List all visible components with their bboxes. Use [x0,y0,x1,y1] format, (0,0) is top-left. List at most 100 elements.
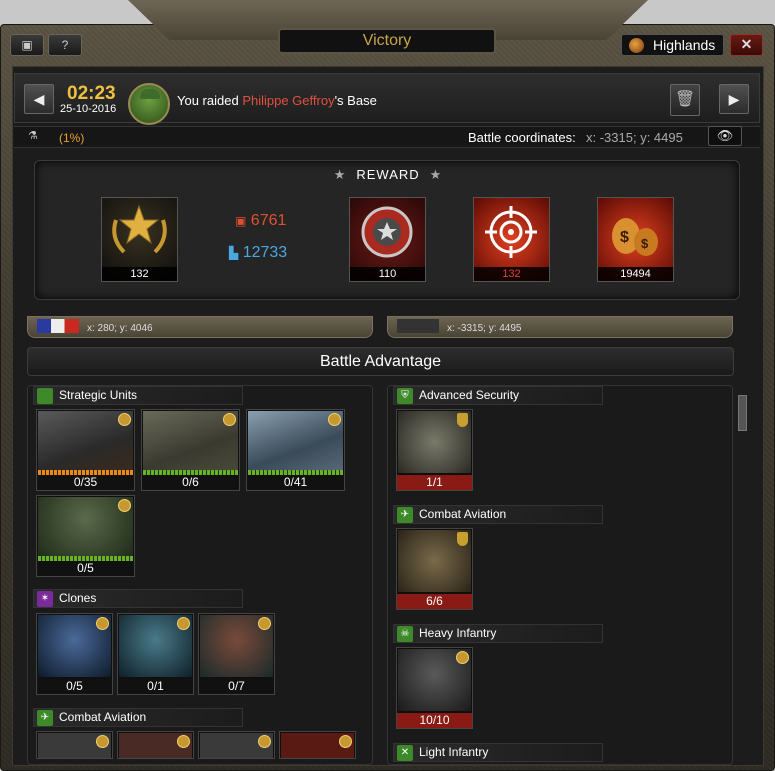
coordinates-value[interactable]: x: -3315; y: 4495 [586,130,683,145]
strategic-units-icon [37,388,53,404]
star-icon: ★ [429,167,443,182]
upgrade-badge-icon [96,735,109,748]
attacker-strip: x: 280; y: 4046 [27,316,373,338]
arrow-left-icon: ◀ [33,91,45,107]
reward-title-text: REWARD [356,167,420,182]
player-avatar[interactable] [128,83,170,125]
clones-icon: ✶ [37,591,53,607]
unit-commando[interactable]: 0/5 [36,495,135,577]
defense-shield-icon [457,413,468,427]
aviation-wings-icon: ✈ [397,507,413,523]
section-label: Combat Aviation [419,507,507,521]
reward-tile-target[interactable]: 132 [473,197,550,282]
unit-turret[interactable]: 1/1 [396,409,473,491]
unit-count: 1/1 [397,475,472,490]
unit-apc[interactable]: 0/6 [141,409,240,491]
crosshair-icon [485,206,537,258]
commander-badge-icon [361,206,413,258]
server-selector[interactable]: Highlands [621,34,724,56]
arrow-right-icon: ▶ [728,91,740,107]
delete-report-button[interactable]: 🗑 [670,84,700,116]
section-clones: ✶ Clones [33,589,243,608]
message-prefix: You raided [177,93,239,108]
upgrade-badge-icon [328,413,341,426]
reward-tile-commander-badge[interactable]: 110 [349,197,426,282]
skull-icon: ☠ [397,626,413,642]
ore-icon: ▣ [235,214,247,228]
unit-helicopter[interactable] [36,731,113,759]
upgrade-badge-icon [118,499,131,512]
upgrade-badge-icon [456,651,469,664]
message-suffix: 's Base [334,93,377,108]
reward-count: 132 [474,267,549,281]
resource-bottles-icon: ⚗ [28,130,38,142]
laurel-star-icon [112,204,167,254]
camera-icon: ▣ [21,38,33,52]
unit-clone-hunter[interactable]: 0/7 [198,613,275,695]
upgrade-badge-icon [177,617,190,630]
unit-helicopter[interactable] [117,731,194,759]
opponent-name[interactable]: Philippe Geffroy [242,93,334,108]
unit-count: 0/5 [37,679,112,694]
section-label: Strategic Units [59,388,138,402]
section-label: Heavy Infantry [419,626,497,640]
upgrade-badge-icon [223,413,236,426]
reward-tile-medal[interactable]: 132 [101,197,178,282]
unit-count: 0/5 [37,561,134,576]
reward-title: ★ REWARD ★ [35,167,741,183]
svg-text:$: $ [641,236,649,251]
unit-count: 6/6 [397,594,472,609]
scrollbar-thumb[interactable] [738,395,747,431]
help-button[interactable]: ? [48,34,82,56]
defense-shield-icon [457,532,468,546]
reward-count: 132 [102,267,177,281]
screenshot-button[interactable]: ▣ [10,34,44,56]
battle-date: 25-10-2016 [60,103,117,115]
section-label: Advanced Security [419,388,520,402]
defender-coords: x: -3315; y: 4495 [447,323,522,334]
unit-clone-alien[interactable]: 0/5 [36,613,113,695]
unit-attack-helicopter[interactable]: 6/6 [396,528,473,610]
flag-icon [37,319,79,333]
unit-count: 0/41 [247,475,344,490]
crossed-rifles-icon: ✕ [397,745,413,761]
section-combat-aviation-right: ✈ Combat Aviation [393,505,603,524]
reward-count: 110 [350,267,425,281]
unit-helicopter[interactable] [198,731,275,759]
upgrade-badge-icon [339,735,352,748]
server-label: Highlands [653,37,716,53]
next-report-button[interactable]: ▶ [719,84,749,114]
unit-count: 0/35 [37,475,134,490]
view-battle-button[interactable]: 👁 [708,126,742,146]
reward-tile-money[interactable]: $ $ 19494 [597,197,674,282]
window-title: Victory [278,28,496,54]
section-combat-aviation-left: ✈ Combat Aviation [33,708,243,727]
unit-heavy-soldier[interactable]: 10/10 [396,647,473,729]
upgrade-badge-icon [258,735,271,748]
titanium-resource: ▙ 12733 [229,244,287,262]
upgrade-badge-icon [118,413,131,426]
ore-resource: ▣ 6761 [235,212,286,230]
star-icon: ★ [333,167,347,182]
upgrade-badge-icon [258,617,271,630]
unit-count: 0/7 [199,679,274,694]
ore-value: 6761 [250,212,287,229]
upgrade-badge-icon [177,735,190,748]
defender-strip: x: -3315; y: 4495 [387,316,733,338]
eye-icon: 👁 [716,128,734,143]
svg-text:$: $ [620,229,629,246]
close-button[interactable]: ✕ [730,34,763,56]
section-light-infantry: ✕ Light Infantry [393,743,603,762]
loot-percent: (1%) [59,131,85,145]
prev-report-button[interactable]: ◀ [24,84,54,114]
reward-count: 19494 [598,267,673,281]
titanium-icon: ▙ [229,246,239,260]
defender-emblem-icon [397,319,439,333]
upgrade-badge-icon [96,617,109,630]
attacker-coords: x: 280; y: 4046 [87,323,153,334]
shield-icon: ⛨ [397,388,413,404]
unit-tank[interactable]: 0/35 [36,409,135,491]
unit-clone-predator[interactable]: 0/1 [117,613,194,695]
unit-jet[interactable]: 0/41 [246,409,345,491]
unit-helicopter[interactable] [279,731,356,759]
